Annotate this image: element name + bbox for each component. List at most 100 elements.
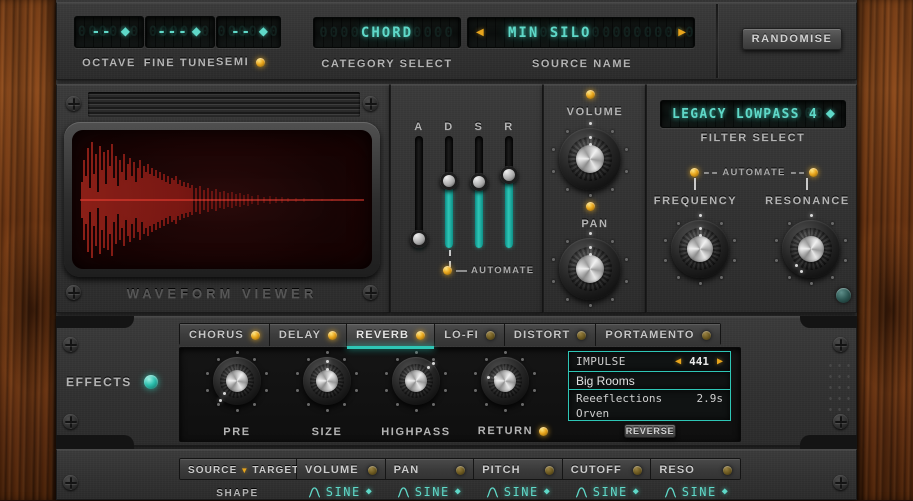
impulse-list[interactable]: Reeeflections 2.9s Orven — [568, 389, 731, 421]
effects-power-led[interactable] — [143, 375, 158, 389]
randomise-button[interactable]: RANDOMISE — [742, 28, 842, 50]
category-select-display[interactable]: 0000000000000 CHORD — [313, 17, 461, 48]
mod-source-target-cell[interactable]: SOURCE ▼ TARGET ▶ — [180, 459, 309, 479]
adsr-slider-a-thumb[interactable] — [410, 230, 428, 248]
shape-cell-volume[interactable]: SINE ◆ — [296, 485, 385, 499]
tab-portamento[interactable]: PORTAMENTO — [596, 324, 720, 346]
screw-icon — [66, 96, 81, 111]
adsr-slider-s-fill — [475, 183, 483, 248]
sine-wave-icon — [486, 487, 499, 498]
pan-knob[interactable] — [552, 232, 628, 307]
category-value: CHORD — [360, 24, 414, 41]
source-value: MIN SILO — [508, 24, 592, 41]
filter-resonance-label: RESONANCE — [765, 195, 850, 207]
filter-power-led[interactable] — [836, 288, 851, 303]
impulse-prev-icon[interactable]: ◀ — [675, 356, 681, 367]
mod-column-cutoff-led[interactable] — [633, 465, 643, 475]
spinner-fine-tune[interactable]: 000000 --- ◆ — [145, 16, 215, 48]
sine-wave-icon — [664, 487, 677, 498]
chevron-updown-icon[interactable]: ◆ — [192, 25, 201, 37]
adsr-slider-d-thumb[interactable] — [440, 172, 458, 190]
waveform-vent — [88, 92, 360, 117]
adsr-slider-r-thumb[interactable] — [500, 166, 518, 184]
tab-distort[interactable]: DISTORT — [504, 324, 597, 346]
mod-column-volume-led[interactable] — [367, 465, 377, 475]
mod-column-pan[interactable]: PAN — [385, 459, 475, 479]
shape-cell-cutoff[interactable]: SINE ◆ — [563, 485, 652, 499]
spinner-semi-value: -- — [231, 24, 252, 40]
shape-cell-pan[interactable]: SINE ◆ — [385, 485, 474, 499]
list-item[interactable]: Orven — [569, 406, 730, 421]
screw-icon — [833, 414, 848, 429]
tab-reverb-label: REVERB — [356, 329, 410, 341]
filter-resonance-automate-led[interactable] — [809, 168, 819, 177]
reverse-button[interactable]: REVERSE — [624, 424, 676, 438]
tab-delay-led[interactable] — [328, 330, 338, 340]
adsr-slider-s-thumb[interactable] — [470, 173, 488, 191]
chevron-updown-icon[interactable]: ◆ — [633, 487, 641, 497]
shape-value-reso: SINE — [681, 485, 717, 499]
tab-lo-fi[interactable]: LO-FI — [435, 324, 505, 346]
tab-portamento-led[interactable] — [701, 330, 711, 340]
filter-frequency-automate-led[interactable] — [690, 168, 699, 177]
spinner-fine-tune-value: --- — [157, 24, 189, 40]
filter-resonance-knob[interactable] — [775, 214, 847, 285]
impulse-header[interactable]: IMPULSE ◀ 441 ▶ — [568, 351, 731, 372]
mod-column-reso[interactable]: RESO — [651, 459, 740, 479]
wood-panel-right — [857, 0, 913, 500]
spinner-semi[interactable]: 000000 -- ◆ — [216, 16, 281, 48]
chevron-updown-icon[interactable]: ◆ — [366, 487, 374, 497]
source-next-icon[interactable]: ▶ — [678, 27, 686, 38]
category-select-label: CATEGORY SELECT — [321, 58, 453, 70]
tab-chorus-led[interactable] — [250, 330, 260, 340]
mod-column-cutoff-label: CUTOFF — [570, 464, 622, 476]
reverb-highpass-knob[interactable] — [385, 351, 447, 412]
tab-lo-fi-led[interactable] — [485, 330, 495, 340]
screw-icon — [63, 414, 78, 429]
tab-reverb-led[interactable] — [416, 330, 426, 340]
shape-cell-pitch[interactable]: SINE ◆ — [474, 485, 563, 499]
filter-frequency-knob[interactable] — [664, 214, 736, 285]
mod-matrix-shape-row: SHAPE SINE ◆ SINE ◆ SINE ◆ SINE ◆ SINE ◆ — [179, 484, 741, 500]
reverb-return-knob[interactable] — [474, 351, 536, 412]
impulse-next-icon[interactable]: ▶ — [717, 356, 723, 367]
chevron-updown-icon[interactable]: ◆ — [259, 25, 268, 37]
effects-section-label: EFFECTS — [66, 375, 132, 389]
tab-reverb[interactable]: REVERB — [347, 324, 436, 349]
impulse-category[interactable]: Big Rooms — [568, 371, 731, 390]
mod-column-reso-led[interactable] — [722, 465, 732, 475]
tab-chorus[interactable]: CHORUS — [180, 324, 270, 346]
reverb-highpass-label: HIGHPASS — [381, 426, 451, 438]
tab-delay[interactable]: DELAY — [269, 324, 348, 346]
shape-cell-reso[interactable]: SINE ◆ — [652, 485, 741, 499]
pan-led[interactable] — [586, 202, 595, 211]
waveform-screen[interactable] — [72, 130, 372, 269]
source-name-display[interactable]: ◀ 00000000000000000000000 MIN SILO ▶ — [467, 17, 695, 48]
source-prev-icon[interactable]: ◀ — [476, 27, 484, 38]
semi-led[interactable] — [256, 57, 266, 67]
filter-automate-row: AUTOMATE — [690, 167, 819, 178]
mod-column-volume[interactable]: VOLUME — [297, 459, 386, 479]
mod-column-pitch-led[interactable] — [544, 465, 554, 475]
chevron-updown-icon[interactable]: ◆ — [455, 487, 463, 497]
tab-distort-led[interactable] — [577, 330, 587, 340]
mod-column-pitch[interactable]: PITCH — [474, 459, 563, 479]
adsr-label-r: R — [504, 121, 514, 133]
volume-knob[interactable] — [552, 122, 628, 197]
reverb-return-led[interactable] — [539, 426, 549, 436]
mod-column-pan-led[interactable] — [456, 465, 466, 475]
adsr-automate-led[interactable] — [443, 266, 452, 275]
filter-select-display[interactable]: 000000 LEGACY LOWPASS 4 ◆ — [660, 100, 846, 128]
list-item[interactable]: Reeeflections 2.9s — [569, 391, 730, 406]
volume-led[interactable] — [586, 90, 595, 99]
reverb-pre-knob[interactable] — [206, 351, 268, 412]
chevron-updown-icon[interactable]: ◆ — [544, 487, 552, 497]
mod-column-cutoff[interactable]: CUTOFF — [562, 459, 652, 479]
effects-section-row: EFFECTS — [66, 375, 171, 389]
chevron-updown-icon[interactable]: ◆ — [121, 25, 130, 37]
reverb-size-knob[interactable] — [296, 351, 358, 412]
source-dropdown-icon[interactable]: ▼ — [240, 466, 249, 475]
chevron-updown-icon[interactable]: ◆ — [722, 487, 730, 497]
spinner-octave[interactable]: 000000 -- ◆ — [74, 16, 144, 48]
chevron-updown-icon[interactable]: ◆ — [826, 107, 835, 119]
